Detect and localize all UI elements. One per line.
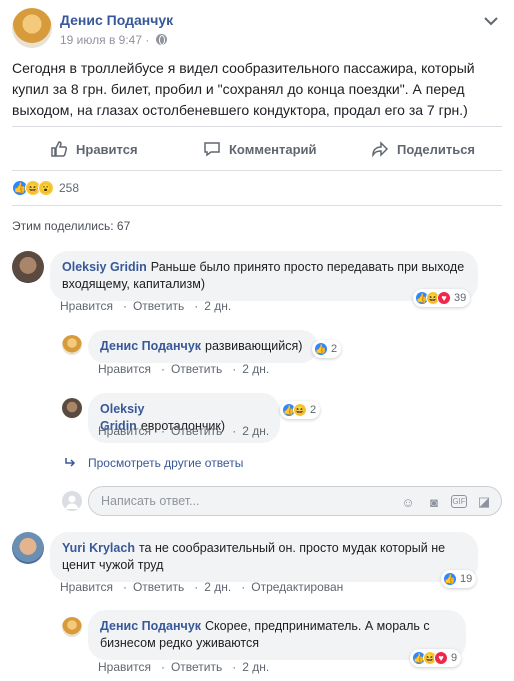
emoji-icon[interactable]: ☺ — [399, 493, 417, 511]
haha-reaction-icon: 😆 — [293, 403, 307, 417]
comment-like-link[interactable]: Нравится — [98, 660, 151, 674]
commenter-name[interactable]: Денис Поданчук — [100, 619, 201, 633]
comment-time[interactable]: 2 дн. — [204, 299, 231, 313]
comment-like-link[interactable]: Нравится — [98, 424, 151, 438]
like-reaction-icon: 👍 — [314, 342, 328, 356]
comment-reply-link[interactable]: Ответить — [133, 299, 184, 313]
chevron-down-icon — [484, 17, 498, 26]
comment-time[interactable]: 2 дн. — [242, 660, 269, 674]
post-text: Сегодня в троллейбусе я видел сообразите… — [12, 60, 475, 118]
separator-dot: · — [122, 299, 127, 313]
post-meta: 19 июля в 9:47 · — [60, 33, 167, 47]
comment-links: Нравится · Ответить · 2 дн. — [98, 362, 279, 376]
edited-label[interactable]: Отредактирован — [251, 580, 343, 594]
separator-dot: · — [160, 424, 165, 438]
comment-links: Нравится · Ответить · 2 дн. — [98, 424, 279, 438]
comment-reply-link[interactable]: Ответить — [171, 660, 222, 674]
like-reaction-icon: 👍 — [443, 572, 457, 586]
reaction-count: 258 — [59, 181, 80, 195]
separator-dot: · — [232, 362, 237, 376]
comment-like-link[interactable]: Нравится — [98, 362, 151, 376]
reaction-count: 2 — [310, 404, 317, 416]
reply-arrow-icon — [65, 458, 76, 467]
comment-bubble: Денис Поданчук Скорее, предприниматель. А… — [88, 610, 466, 660]
divider — [12, 126, 502, 127]
comment-label: Комментарий — [229, 141, 317, 157]
comment-bubble: Yuri Krylach та не сообразительный он. пр… — [50, 532, 478, 582]
share-icon — [372, 141, 389, 158]
separator-dot: · — [122, 580, 127, 594]
comment-reply-link[interactable]: Ответить — [171, 362, 222, 376]
reaction-count: 39 — [454, 292, 467, 304]
reaction-count: 19 — [460, 573, 473, 585]
avatar[interactable] — [62, 335, 82, 355]
post-author-name[interactable]: Денис Поданчук — [60, 12, 173, 28]
avatar — [62, 491, 82, 511]
comment-button[interactable]: Комментарий — [203, 138, 317, 160]
comment-reply-link[interactable]: Ответить — [133, 580, 184, 594]
post-options-button[interactable] — [480, 12, 502, 30]
more-replies-link[interactable]: Просмотреть другие ответы — [64, 456, 243, 470]
separator-dot: · — [232, 660, 237, 674]
author-avatar[interactable] — [12, 8, 52, 48]
divider — [12, 170, 502, 171]
comment-reactions[interactable]: 👍 😆 2 — [280, 401, 321, 419]
love-reaction-icon: ♥ — [434, 651, 448, 665]
avatar[interactable] — [12, 251, 44, 283]
globe-icon — [155, 34, 167, 45]
comment-links: Нравится · Ответить · 2 дн. — [60, 299, 241, 313]
comment-reactions[interactable]: 👍 19 — [441, 570, 477, 588]
like-button[interactable]: Нравится — [50, 138, 138, 160]
commenter-name[interactable]: Yuri Krylach — [62, 541, 135, 555]
comment-links: Нравится · Ответить · 2 дн. · Отредактирован — [60, 580, 353, 594]
comment-reply-link[interactable]: Ответить — [171, 424, 222, 438]
comment-text: развивающийся) — [205, 339, 303, 353]
share-label: Поделиться — [397, 141, 476, 157]
comment-like-link[interactable]: Нравится — [60, 299, 113, 313]
gif-icon[interactable]: GIF — [451, 495, 467, 508]
avatar[interactable] — [62, 617, 82, 637]
separator-dot: · — [160, 362, 165, 376]
avatar[interactable] — [62, 398, 82, 418]
separator-dot: · — [194, 580, 199, 594]
like-label: Нравится — [76, 141, 138, 157]
sticker-icon[interactable]: ◪ — [475, 493, 493, 511]
separator-dot: · — [232, 424, 237, 438]
comment-bubble: Денис Поданчук развивающийся) — [88, 330, 318, 363]
reply-placeholder: Написать ответ... — [101, 494, 200, 508]
more-replies-label: Просмотреть другие ответы — [88, 456, 244, 470]
comment-reactions[interactable]: 👍 😆 ♥ 39 — [413, 289, 471, 307]
user-placeholder-icon — [65, 495, 79, 509]
shares-count[interactable]: Этим поделились: 67 — [12, 219, 130, 233]
commenter-name[interactable]: Денис Поданчук — [100, 339, 201, 353]
comment-reactions[interactable]: 👍 😆 ♥ 9 — [410, 649, 462, 667]
comment-time[interactable]: 2 дн. — [242, 362, 269, 376]
avatar[interactable] — [12, 532, 44, 564]
reaction-count: 9 — [451, 652, 458, 664]
camera-icon[interactable]: ◙ — [425, 493, 443, 511]
comment-reactions[interactable]: 👍 2 — [312, 340, 342, 358]
love-reaction-icon: ♥ — [437, 291, 451, 305]
separator-dot: · — [241, 580, 246, 594]
divider — [12, 205, 502, 206]
separator-dot: · — [160, 660, 165, 674]
reaction-summary[interactable]: 👍 😆 😮 258 — [12, 180, 79, 196]
comment-time[interactable]: 2 дн. — [242, 424, 269, 438]
wow-reaction-icon: 😮 — [38, 180, 54, 196]
thumbs-up-icon — [51, 141, 68, 157]
post-date[interactable]: 19 июля в 9:47 — [60, 33, 142, 47]
comment-icon — [204, 142, 220, 157]
reply-input[interactable]: Написать ответ... ☺ ◙ GIF ◪ — [88, 486, 502, 516]
comment-like-link[interactable]: Нравится — [60, 580, 113, 594]
share-button[interactable]: Поделиться — [371, 138, 475, 160]
reaction-count: 2 — [331, 343, 338, 355]
comment-time[interactable]: 2 дн. — [204, 580, 231, 594]
comment-links: Нравится · Ответить · 2 дн. — [98, 660, 279, 674]
separator-dot: · — [145, 33, 153, 47]
separator-dot: · — [194, 299, 199, 313]
commenter-name[interactable]: Oleksiy Gridin — [62, 260, 147, 274]
